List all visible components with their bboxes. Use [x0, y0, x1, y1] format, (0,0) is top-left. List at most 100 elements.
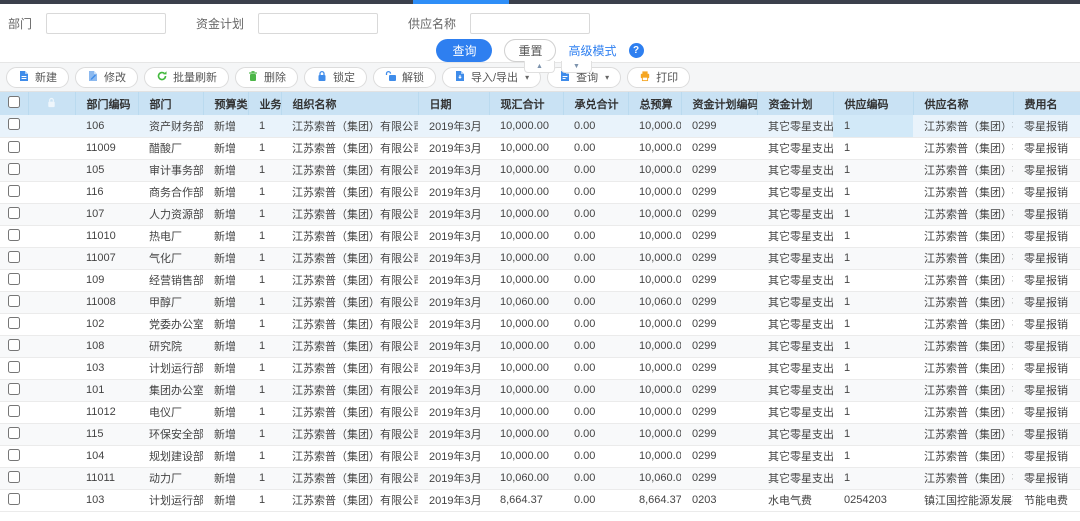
table-row[interactable]: 11012 电仪厂 新增 1 江苏索普（集团）有限公司 2019年3月 10,0…: [0, 401, 1080, 423]
row-checkbox[interactable]: [8, 251, 20, 263]
table-row[interactable]: 102 党委办公室 新增 1 江苏索普（集团）有限公司 2019年3月 10,0…: [0, 313, 1080, 335]
cell-total-budget: 10,000.00: [628, 423, 681, 445]
cell-dept-code: 106: [75, 115, 138, 137]
row-checkbox[interactable]: [8, 295, 20, 307]
supplier-name-input[interactable]: [470, 13, 590, 34]
col-plan-name[interactable]: 资金计划: [757, 92, 833, 115]
col-org-name[interactable]: 组织名称: [281, 92, 418, 115]
col-supplier-code[interactable]: 供应编码: [833, 92, 913, 115]
col-date[interactable]: 日期: [418, 92, 489, 115]
row-checkbox[interactable]: [8, 471, 20, 483]
col-plan-code[interactable]: 资金计划编码: [681, 92, 757, 115]
table-row[interactable]: 101 集团办公室 新增 1 江苏索普（集团）有限公司 2019年3月 10,0…: [0, 379, 1080, 401]
col-biz-org[interactable]: 业务组织: [248, 92, 281, 115]
row-checkbox[interactable]: [8, 317, 20, 329]
row-checkbox[interactable]: [8, 339, 20, 351]
reset-button[interactable]: 重置: [504, 39, 556, 62]
filter-row: 部门 资金计划 供应名称: [0, 4, 1080, 34]
help-icon[interactable]: ?: [629, 43, 644, 58]
row-checkbox[interactable]: [8, 185, 20, 197]
cell-total-budget: 10,000.00: [628, 159, 681, 181]
cell-dept: 人力资源部: [138, 203, 203, 225]
table-row[interactable]: 103 计划运行部 新增 1 江苏索普（集团）有限公司 2019年3月 10,0…: [0, 357, 1080, 379]
cell-plan-code: 0299: [681, 401, 757, 423]
print-button[interactable]: 打印: [627, 67, 690, 88]
table-row[interactable]: 11007 气化厂 新增 1 江苏索普（集团）有限公司 2019年3月 10,0…: [0, 247, 1080, 269]
table-row[interactable]: 107 人力资源部 新增 1 江苏索普（集团）有限公司 2019年3月 10,0…: [0, 203, 1080, 225]
cell-date: 2019年3月: [418, 269, 489, 291]
cell-dept-code: 11009: [75, 137, 138, 159]
modify-button[interactable]: 修改: [75, 67, 138, 88]
row-checkbox[interactable]: [8, 383, 20, 395]
row-checkbox[interactable]: [8, 229, 20, 241]
table-row[interactable]: 11009 醋酸厂 新增 1 江苏索普（集团）有限公司 2019年3月 10,0…: [0, 137, 1080, 159]
cell-budget-type: 新增: [203, 489, 248, 511]
cell-dept: 资产财务部: [138, 115, 203, 137]
table-row[interactable]: 115 环保安全部 新增 1 江苏索普（集团）有限公司 2019年3月 10,0…: [0, 423, 1080, 445]
print-icon: [639, 70, 651, 85]
cell-plan-code: 0299: [681, 269, 757, 291]
cell-supplier-code: 1: [833, 467, 913, 489]
cell-total-budget: 10,000.00: [628, 269, 681, 291]
cell-acceptance-total: 0.00: [563, 357, 628, 379]
row-checkbox[interactable]: [8, 118, 20, 130]
row-checkbox[interactable]: [8, 207, 20, 219]
table-row[interactable]: 109 经营销售部 新增 1 江苏索普（集团）有限公司 2019年3月 10,0…: [0, 269, 1080, 291]
table-row[interactable]: 105 审计事务部 新增 1 江苏索普（集团）有限公司 2019年3月 10,0…: [0, 159, 1080, 181]
cell-cash-total: 10,000.00: [489, 357, 563, 379]
cell-supplier-name: 江苏索普（集团）有限公司: [913, 181, 1013, 203]
row-checkbox[interactable]: [8, 427, 20, 439]
col-cash-total[interactable]: 现汇合计: [489, 92, 563, 115]
col-budget-type[interactable]: 预算类型: [203, 92, 248, 115]
table-row[interactable]: 11010 热电厂 新增 1 江苏索普（集团）有限公司 2019年3月 10,0…: [0, 225, 1080, 247]
new-button[interactable]: 新建: [6, 67, 69, 88]
cell-biz-org: 1: [248, 445, 281, 467]
cell-total-budget: 10,000.00: [628, 379, 681, 401]
batch-refresh-button[interactable]: 批量刷新: [144, 67, 229, 88]
expand-panel-button[interactable]: ▼: [561, 61, 592, 73]
col-supplier-name[interactable]: 供应名称: [913, 92, 1013, 115]
row-checkbox[interactable]: [8, 361, 20, 373]
col-dept[interactable]: 部门: [138, 92, 203, 115]
table-row[interactable]: 103 计划运行部 新增 1 江苏索普（集团）有限公司 2019年3月 8,66…: [0, 489, 1080, 511]
cell-dept: 计划运行部: [138, 357, 203, 379]
cell-biz-org: 1: [248, 357, 281, 379]
row-checkbox[interactable]: [8, 273, 20, 285]
select-all-checkbox[interactable]: [8, 96, 20, 108]
col-dept-code[interactable]: 部门编码: [75, 92, 138, 115]
cell-plan-name: 其它零星支出: [757, 247, 833, 269]
row-checkbox[interactable]: [8, 141, 20, 153]
col-expense-name[interactable]: 费用名: [1013, 92, 1080, 115]
row-checkbox[interactable]: [8, 449, 20, 461]
unlock-button[interactable]: 解锁: [373, 67, 436, 88]
query-button[interactable]: 查询: [436, 39, 492, 62]
table-row[interactable]: 116 商务合作部 新增 1 江苏索普（集团）有限公司 2019年3月 10,0…: [0, 181, 1080, 203]
row-checkbox[interactable]: [8, 405, 20, 417]
cell-plan-code: 0299: [681, 357, 757, 379]
cell-budget-type: 新增: [203, 313, 248, 335]
cell-budget-type: 新增: [203, 291, 248, 313]
cell-total-budget: 10,000.00: [628, 181, 681, 203]
delete-button[interactable]: 删除: [235, 67, 298, 88]
advanced-mode-link[interactable]: 高级模式: [568, 42, 616, 59]
row-checkbox[interactable]: [8, 163, 20, 175]
triangle-down-icon: ▼: [573, 63, 580, 70]
lock-button[interactable]: 锁定: [304, 67, 367, 88]
table-row[interactable]: 11008 甲醇厂 新增 1 江苏索普（集团）有限公司 2019年3月 10,0…: [0, 291, 1080, 313]
table-row[interactable]: 11011 动力厂 新增 1 江苏索普（集团）有限公司 2019年3月 10,0…: [0, 467, 1080, 489]
cell-dept-code: 11012: [75, 401, 138, 423]
col-total-budget[interactable]: 总预算: [628, 92, 681, 115]
cell-date: 2019年3月: [418, 159, 489, 181]
cell-plan-code: 0299: [681, 313, 757, 335]
collapse-panel-button[interactable]: ▲: [524, 61, 555, 73]
fund-plan-input[interactable]: [258, 13, 378, 34]
col-acceptance-total[interactable]: 承兑合计: [563, 92, 628, 115]
cell-org-name: 江苏索普（集团）有限公司: [281, 291, 418, 313]
table-row[interactable]: 104 规划建设部 新增 1 江苏索普（集团）有限公司 2019年3月 10,0…: [0, 445, 1080, 467]
department-input[interactable]: [46, 13, 166, 34]
cell-acceptance-total: 0.00: [563, 137, 628, 159]
table-row[interactable]: 106 资产财务部 新增 1 江苏索普（集团）有限公司 2019年3月 10,0…: [0, 115, 1080, 137]
row-checkbox[interactable]: [8, 493, 20, 505]
table-row[interactable]: 108 研究院 新增 1 江苏索普（集团）有限公司 2019年3月 10,000…: [0, 335, 1080, 357]
cell-supplier-name: 江苏索普（集团）有限公司: [913, 203, 1013, 225]
